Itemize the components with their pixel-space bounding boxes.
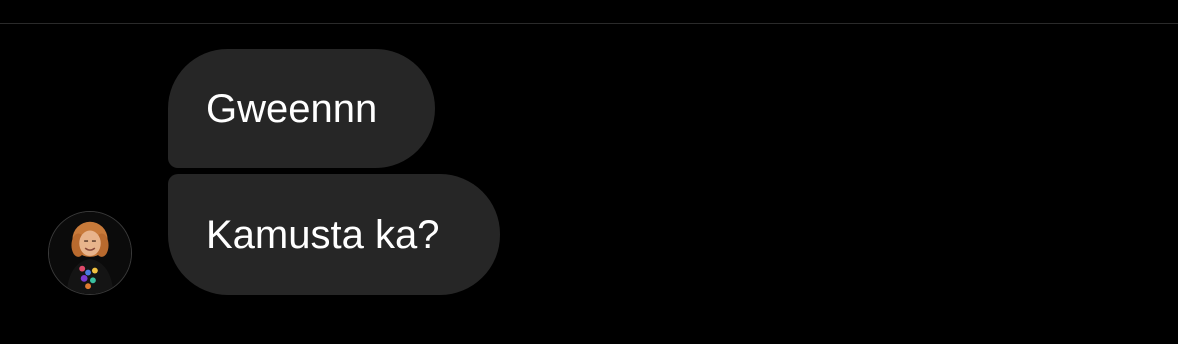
avatar[interactable] bbox=[48, 211, 132, 295]
message-text: Kamusta ka? bbox=[206, 212, 440, 257]
message-bubble[interactable]: Kamusta ka? bbox=[168, 174, 500, 295]
message-text: Gweennn bbox=[206, 86, 378, 131]
message-thread: Gweennn Kamusta ka? bbox=[0, 0, 1178, 344]
profile-photo-icon bbox=[49, 212, 131, 294]
message-bubble[interactable]: Gweennn bbox=[168, 49, 435, 168]
